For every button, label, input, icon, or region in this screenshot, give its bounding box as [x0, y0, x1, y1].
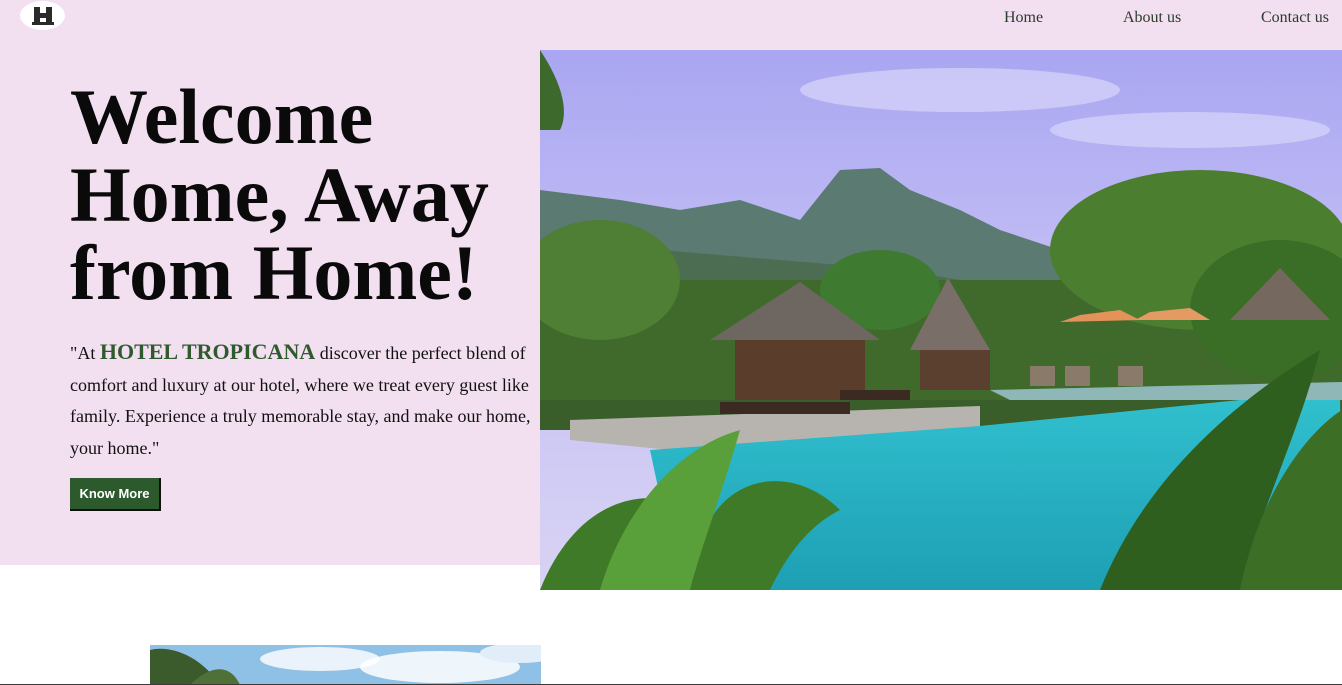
description-prefix: "At — [70, 343, 100, 363]
main-nav: Home About us Contact us — [0, 9, 1342, 29]
hero-headline: Welcome Home, Away from Home! — [70, 73, 489, 316]
nav-contact-link[interactable]: Contact us — [1261, 9, 1329, 27]
hero-resort-image — [540, 50, 1342, 590]
brand-name: HOTEL TROPICANA — [99, 339, 316, 364]
hero-description: "At HOTEL TROPICANA discover the perfect… — [70, 336, 540, 464]
second-section-image — [150, 645, 541, 685]
nav-home-link[interactable]: Home — [1004, 9, 1043, 27]
know-more-button[interactable]: Know More — [70, 478, 161, 511]
nav-about-link[interactable]: About us — [1123, 9, 1181, 27]
